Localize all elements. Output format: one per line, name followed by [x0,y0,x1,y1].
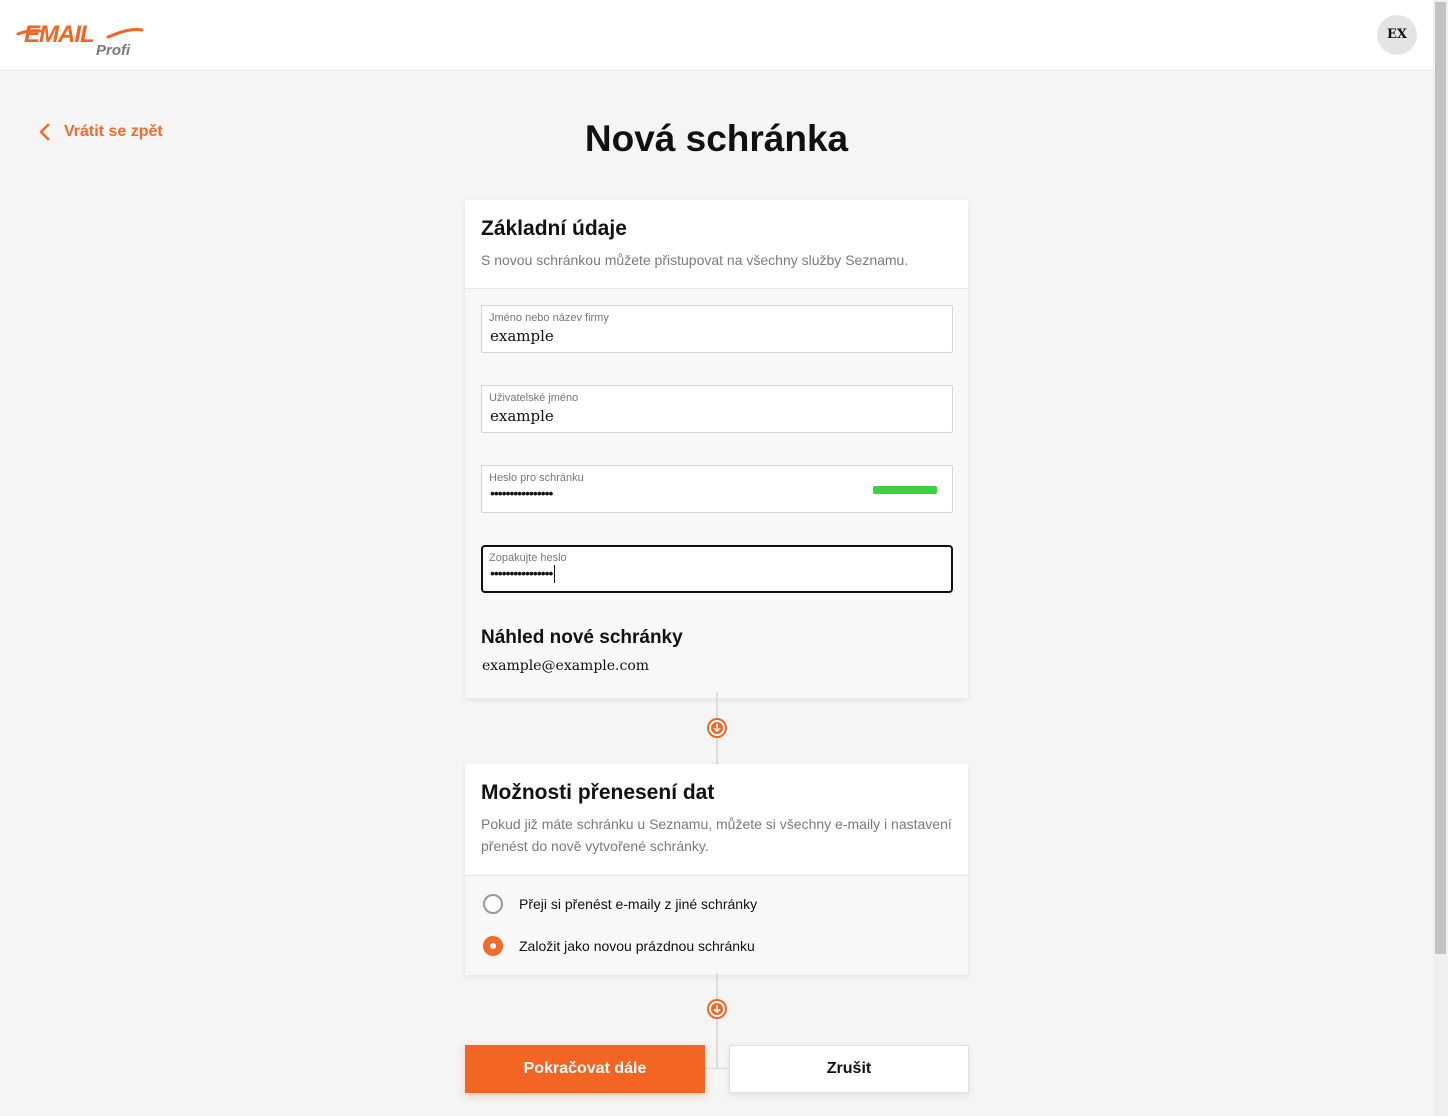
data-transfer-card: Možnosti přenesení dat Pokud již máte sc… [465,764,968,975]
scrollbar-thumb[interactable] [1435,2,1446,954]
basic-info-description: S novou schránkou můžete přistupovat na … [481,252,909,268]
password-strength-bar [873,486,937,494]
username-field-value: example [490,407,554,425]
data-transfer-header: Možnosti přenesení dat Pokud již máte sc… [465,764,968,876]
step-connector-join [705,1068,729,1069]
password-repeat-field-value: •••••••••••••••• [490,565,553,581]
username-field[interactable]: Uživatelské jméno example [481,385,953,433]
transfer-option-new[interactable]: Založit jako novou prázdnou schránku [481,925,952,967]
transfer-option-import[interactable]: Přeji si přenést e-maily z jiné schránky [481,883,952,925]
name-field[interactable]: Jméno nebo název firmy example [481,305,953,353]
cancel-button[interactable]: Zrušit [729,1045,969,1093]
name-field-label: Jméno nebo název firmy [489,312,609,324]
password-repeat-field-value-wrap: •••••••••••••••• [490,565,556,584]
text-caret [554,565,556,584]
radio-import[interactable] [483,894,503,914]
radio-new-empty[interactable] [483,936,503,956]
basic-info-body: Jméno nebo název firmy example Uživatels… [465,289,968,698]
basic-info-card: Základní údaje S novou schránkou můžete … [465,200,968,698]
password-field-label: Heslo pro schránku [489,472,584,484]
user-avatar[interactable]: EX [1377,15,1417,55]
email-profi-logo[interactable]: EMAIL Profi [16,14,146,60]
transfer-option-import-label: Přeji si přenést e-maily z jiné schránky [519,896,758,912]
logo-subtext: Profi [96,42,131,59]
preview-title: Náhled nové schránky [481,627,683,648]
basic-info-header: Základní údaje S novou schránkou můžete … [465,200,968,289]
password-field-value: •••••••••••••••• [490,485,553,501]
page-title: Nová schránka [584,118,849,159]
logo-graphic: EMAIL Profi [16,21,144,59]
logo-text: EMAIL [24,21,94,48]
basic-info-title: Základní údaje [481,217,627,240]
top-header: EMAIL Profi EX [0,0,1433,71]
name-field-value: example [490,327,554,345]
step-connector-line-2 [716,973,718,1069]
arrow-down-circle-icon [707,999,727,1019]
arrow-down-circle-icon [707,718,727,738]
data-transfer-description: Pokud již máte schránku u Seznamu, můžet… [481,816,952,854]
data-transfer-options: Přeji si přenést e-maily z jiné schránky… [465,876,968,975]
password-field[interactable]: Heslo pro schránku •••••••••••••••• [481,465,953,513]
data-transfer-title: Možnosti přenesení dat [481,781,715,804]
transfer-option-new-label: Založit jako novou prázdnou schránku [519,938,755,954]
continue-button[interactable]: Pokračovat dále [465,1045,705,1093]
username-field-label: Uživatelské jméno [489,392,579,404]
password-repeat-field-label: Zopakujte heslo [489,552,567,564]
password-repeat-field[interactable]: Zopakujte heslo •••••••••••••••• [481,545,953,593]
